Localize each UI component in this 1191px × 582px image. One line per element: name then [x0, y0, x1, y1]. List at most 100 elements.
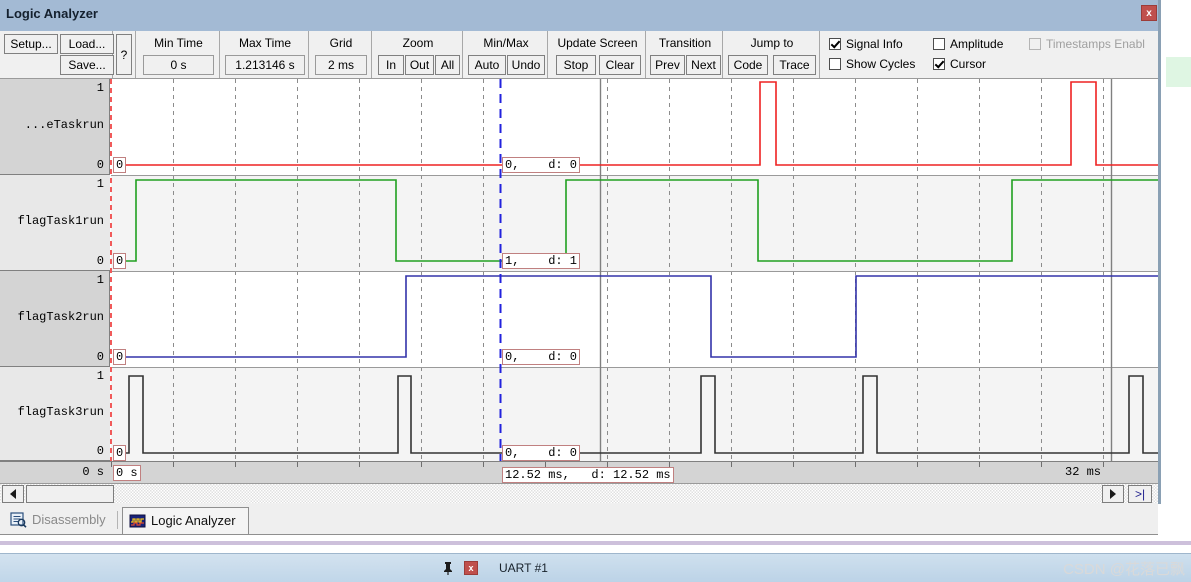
toolbar-group-jumpto: Jump to Code Trace — [724, 31, 820, 78]
signal-left-value-3: 0 — [113, 445, 127, 461]
waveform-trace-0 — [113, 81, 1158, 166]
scroll-to-end-button[interactable]: >| — [1128, 485, 1152, 503]
toolbar-group-help: ? — [114, 31, 136, 78]
zoom-all-button[interactable]: All — [435, 55, 460, 75]
cursor-checkbox[interactable]: Cursor — [933, 56, 986, 73]
signal-cursor-value-2: 0, d: 0 — [502, 349, 581, 365]
amplitude-label: Amplitude — [950, 37, 1004, 51]
uart-label: UART #1 — [499, 561, 548, 575]
signal-label-row-3[interactable]: 1 flagTask3run 0 — [0, 367, 110, 461]
signal-left-value-1: 0 — [113, 253, 127, 269]
max-time-field[interactable]: 1.213146 s — [225, 55, 305, 75]
waveform-canvas[interactable] — [111, 79, 1158, 461]
divider-accent — [0, 541, 1191, 545]
logic-analyzer-icon — [129, 514, 146, 528]
signal-cursor-value-1: 1, d: 1 — [502, 253, 581, 269]
close-pane-icon[interactable]: x — [464, 561, 478, 575]
waveform-trace-3 — [113, 375, 1158, 454]
update-screen-label: Update Screen — [557, 36, 638, 50]
scrollbar-thumb[interactable] — [26, 485, 114, 503]
toolbar-group-max-time: Max Time 1.213146 s — [221, 31, 309, 78]
timestamps-checkbox: Timestamps Enabl — [1029, 36, 1145, 53]
waveform-trace-2 — [113, 275, 1158, 358]
zoom-out-button[interactable]: Out — [405, 55, 434, 75]
pin-icon[interactable] — [442, 561, 454, 575]
signal-label-row-0[interactable]: 1 ...eTaskrun 0 — [0, 79, 110, 175]
checkbox-icon — [933, 58, 945, 70]
save-button[interactable]: Save... — [60, 55, 114, 75]
output-pane-header: x UART #1 CSDN @花落已飘 — [0, 553, 1191, 582]
jump-to-code-button[interactable]: Code — [728, 55, 768, 75]
scroll-right-button[interactable] — [1102, 485, 1124, 503]
output-pane-left — [0, 554, 410, 582]
signal-info-checkbox[interactable]: Signal Info — [829, 36, 903, 53]
ruler-min-label: 0 s — [82, 465, 104, 479]
signal-label-row-2[interactable]: 1 flagTask2run 0 — [0, 271, 110, 367]
signal-left-value-0: 0 — [113, 157, 127, 173]
show-cycles-checkbox[interactable]: Show Cycles — [829, 56, 915, 73]
checkbox-icon — [829, 38, 841, 50]
signal-lo-label-0: 0 — [96, 158, 104, 172]
timestamps-label: Timestamps Enabl — [1046, 37, 1145, 51]
update-clear-button[interactable]: Clear — [599, 55, 641, 75]
toolbar-group-minmax: Min/Max Auto Undo — [464, 31, 548, 78]
tab-logic-analyzer[interactable]: Logic Analyzer — [122, 507, 249, 534]
cursor-time-readout: 12.52 ms, d: 12.52 ms — [502, 467, 674, 483]
scrollbar-track[interactable] — [0, 484, 1158, 504]
signal-lo-label-2: 0 — [96, 350, 104, 364]
window-title: Logic Analyzer — [6, 6, 98, 21]
horizontal-scrollbar[interactable]: >| — [0, 483, 1158, 504]
signal-name-1: flagTask1run — [17, 214, 104, 228]
tab-separator — [117, 511, 118, 529]
signal-hi-label-3: 1 — [96, 369, 104, 383]
editor-hint-chip — [1166, 57, 1191, 87]
jump-to-trace-button[interactable]: Trace — [773, 55, 816, 75]
toolbar-group-zoom: Zoom In Out All — [373, 31, 463, 78]
window-title-bar: Logic Analyzer — [0, 0, 1158, 31]
tab-logic-analyzer-label: Logic Analyzer — [151, 513, 236, 528]
signal-hi-label-0: 1 — [96, 81, 104, 95]
min-time-field[interactable]: 0 s — [143, 55, 214, 75]
waveform-panel: 1 ...eTaskrun 0 1 flagTask1run 0 1 flagT… — [0, 79, 1158, 483]
signal-info-label: Signal Info — [846, 37, 903, 51]
signal-label-row-1[interactable]: 1 flagTask1run 0 — [0, 175, 110, 271]
signal-hi-label-2: 1 — [96, 273, 104, 287]
checkbox-icon — [1029, 38, 1041, 50]
setup-button[interactable]: Setup... — [4, 34, 58, 54]
signal-name-0: ...eTaskrun — [24, 118, 104, 132]
help-button[interactable]: ? — [116, 34, 132, 75]
update-stop-button[interactable]: Stop — [556, 55, 596, 75]
waveform-trace-1 — [113, 179, 1158, 262]
transition-next-button[interactable]: Next — [686, 55, 721, 75]
ruler-max-label: 32 ms — [1065, 465, 1102, 479]
zoom-in-button[interactable]: In — [378, 55, 404, 75]
signal-cursor-value-3: 0, d: 0 — [502, 445, 581, 461]
minmax-undo-button[interactable]: Undo — [507, 55, 545, 75]
toolbar-group-grid: Grid 2 ms — [310, 31, 372, 78]
amplitude-checkbox[interactable]: Amplitude — [933, 36, 1003, 53]
close-icon[interactable]: x — [1141, 5, 1157, 21]
grid-lines — [173, 79, 1104, 461]
min-time-label: Min Time — [154, 36, 203, 50]
toolbar-group-min-time: Min Time 0 s — [137, 31, 220, 78]
toolbar: Setup... Load... Save... ? Min Time 0 s … — [0, 31, 1158, 79]
tab-disassembly[interactable]: Disassembly — [4, 507, 118, 534]
left-edge-cursor — [110, 79, 112, 461]
disassembly-icon — [10, 512, 27, 528]
transition-label: Transition — [658, 36, 712, 50]
scroll-left-button[interactable] — [2, 485, 24, 503]
signal-name-2: flagTask2run — [17, 310, 104, 324]
signal-left-value-2: 0 — [113, 349, 127, 365]
zoom-label: Zoom — [402, 36, 434, 50]
signal-name-3: flagTask3run — [17, 405, 104, 419]
checkbox-icon — [933, 38, 945, 50]
grid-field[interactable]: 2 ms — [315, 55, 367, 75]
waveform-svg — [111, 79, 1158, 461]
minmax-label: Min/Max — [483, 36, 529, 50]
window-right-edge — [1158, 0, 1161, 504]
view-tabs: Disassembly Logic Analyzer — [0, 504, 1191, 535]
transition-prev-button[interactable]: Prev — [650, 55, 685, 75]
signal-label-column: 1 ...eTaskrun 0 1 flagTask1run 0 1 flagT… — [0, 79, 110, 461]
load-button[interactable]: Load... — [60, 34, 114, 54]
minmax-auto-button[interactable]: Auto — [468, 55, 506, 75]
